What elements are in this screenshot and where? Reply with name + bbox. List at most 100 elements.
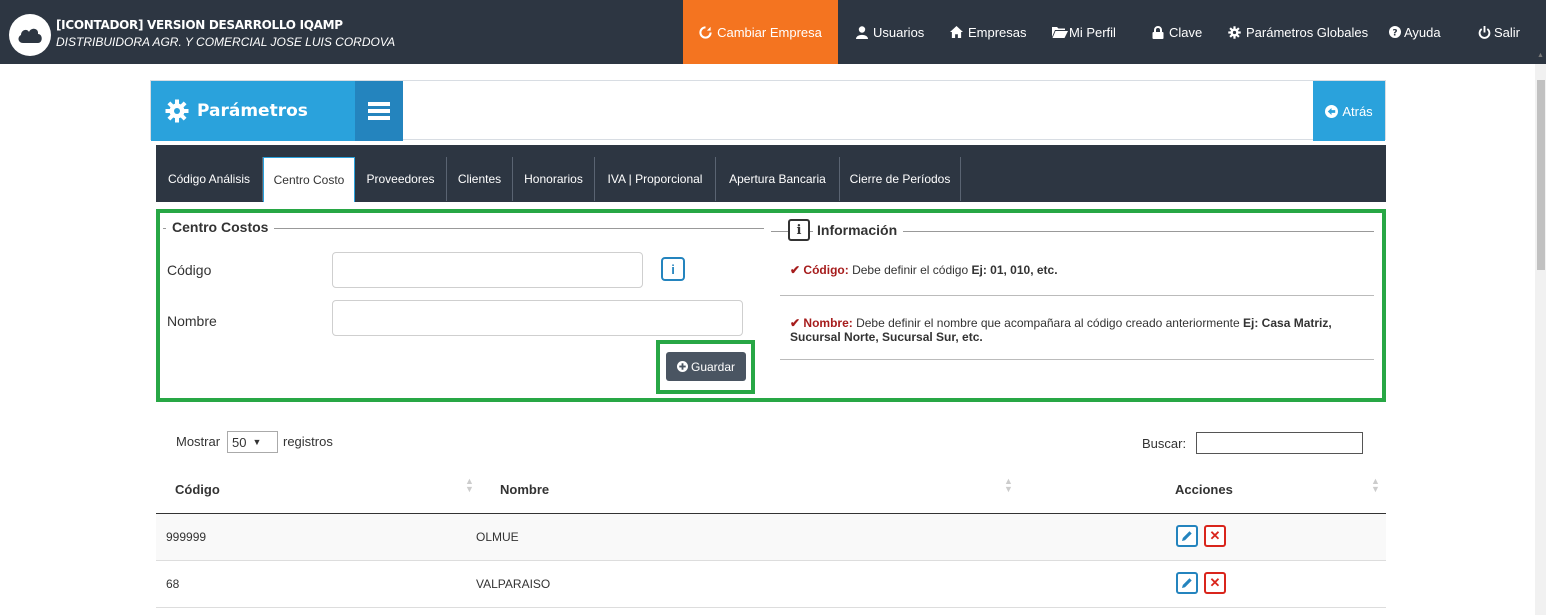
nav-usuarios-label: Usuarios <box>873 24 925 40</box>
top-navbar: [ICONTADOR] VERSION DESARROLLO IQAMP DIS… <box>0 0 1546 64</box>
cell-codigo: 999999 <box>166 530 207 544</box>
info-item-nombre: ✔ Nombre: Debe definir el nombre que aco… <box>790 316 1360 344</box>
nav-mi-perfil-label: Mi Perfil <box>1069 24 1116 40</box>
hamburger-menu-button[interactable] <box>355 81 403 141</box>
refresh-icon <box>699 25 712 39</box>
nav-mi-perfil[interactable]: Mi Perfil <box>1052 0 1116 64</box>
arrow-left-circle-icon <box>1325 104 1339 118</box>
nav-ayuda-label: Ayuda <box>1404 24 1441 40</box>
codigo-input[interactable] <box>332 252 643 288</box>
info-item-codigo-text: Debe definir el código <box>852 263 969 277</box>
save-button-label: Guardar <box>690 359 736 374</box>
tab-apertura-bancaria[interactable]: Apertura Bancaria <box>716 157 840 201</box>
info-item-nombre-key: Nombre: <box>803 316 853 330</box>
delete-button[interactable]: ✕ <box>1204 572 1226 594</box>
page-title-block: Parámetros <box>151 81 355 141</box>
nav-cambiar-empresa[interactable]: Cambiar Empresa <box>683 0 838 64</box>
question-circle-icon: ? <box>1389 26 1401 38</box>
nav-salir-label: Salir <box>1494 24 1521 40</box>
codigo-info-button[interactable]: i <box>661 257 685 281</box>
tab-iva-proporcional[interactable]: IVA | Proporcional <box>595 157 716 201</box>
info-item-nombre-text: Debe definir el nombre que acompañara al… <box>856 316 1240 330</box>
nav-usuarios[interactable]: Usuarios <box>856 0 924 64</box>
close-icon: ✕ <box>1209 575 1221 590</box>
delete-button[interactable]: ✕ <box>1204 525 1226 547</box>
tab-codigo-analisis[interactable]: Código Análisis <box>156 157 263 201</box>
info-separator <box>780 359 1374 360</box>
tab-bar: Código Análisis Centro Costo Proveedores… <box>156 145 1386 202</box>
nav-salir[interactable]: Salir <box>1478 0 1520 64</box>
tab-honorarios[interactable]: Honorarios <box>513 157 595 201</box>
nav-parametros-globales[interactable]: Parámetros Globales <box>1228 0 1368 64</box>
column-header-acciones[interactable]: Acciones <box>1175 482 1233 497</box>
informacion-legend: Información <box>813 222 904 238</box>
column-header-nombre[interactable]: Nombre <box>500 482 549 497</box>
info-icon: i <box>671 261 675 277</box>
search-label: Buscar: <box>1142 436 1187 451</box>
info-item-codigo: ✔ Código: Debe definir el código Ej: 01,… <box>790 263 1370 277</box>
check-icon: ✔ <box>790 316 801 330</box>
table-row: 999999 OLMUE ✕ <box>156 514 1386 561</box>
pencil-icon <box>1182 531 1192 541</box>
back-button[interactable]: Atrás <box>1313 81 1385 141</box>
power-icon <box>1478 25 1491 39</box>
back-button-label: Atrás <box>1342 103 1373 119</box>
save-highlight-box: Guardar <box>656 340 755 394</box>
nav-clave[interactable]: Clave <box>1152 0 1202 64</box>
scroll-up-arrow-icon[interactable]: ▲ <box>1537 52 1544 59</box>
info-item-codigo-key: Código: <box>803 263 849 277</box>
app-title: [ICONTADOR] VERSION DESARROLLO IQAMP <box>56 18 343 32</box>
centro-costos-legend: Centro Costos <box>166 219 275 235</box>
plus-circle-icon <box>676 361 688 372</box>
nombre-label: Nombre <box>167 313 217 329</box>
sort-icon[interactable]: ▲ ▼ <box>1004 477 1013 494</box>
gear-icon <box>165 99 189 123</box>
folder-open-icon <box>1052 27 1068 38</box>
edit-button[interactable] <box>1176 572 1198 594</box>
show-entries-suffix: registros <box>283 434 333 449</box>
page-length-select[interactable]: 50 ▼ <box>227 431 278 453</box>
nav-empresas-label: Empresas <box>968 24 1027 40</box>
tab-clientes[interactable]: Clientes <box>447 157 513 201</box>
table-row: 68 VALPARAISO ✕ <box>156 561 1386 608</box>
table-search-input[interactable] <box>1196 432 1363 454</box>
check-icon: ✔ <box>790 263 801 277</box>
cloud-logo-icon <box>9 14 51 56</box>
scrollbar-thumb[interactable] <box>1537 80 1545 270</box>
caret-down-icon: ▼ <box>252 437 262 447</box>
tab-centro-costo[interactable]: Centro Costo <box>263 157 355 202</box>
cell-nombre: VALPARAISO <box>476 577 551 591</box>
nav-cambiar-empresa-label: Cambiar Empresa <box>717 24 822 40</box>
page-header: Parámetros Atrás <box>150 80 1386 141</box>
page-length-value: 50 <box>232 434 247 450</box>
svg-text:?: ? <box>1392 28 1397 38</box>
info-badge-icon: i <box>788 219 810 241</box>
page-title: Parámetros <box>197 101 308 121</box>
sort-icon[interactable]: ▲ ▼ <box>465 477 474 494</box>
menu-icon <box>368 99 390 123</box>
pencil-icon <box>1182 578 1192 588</box>
nav-empresas[interactable]: Empresas <box>950 0 1027 64</box>
save-button[interactable]: Guardar <box>666 352 746 381</box>
sort-icon[interactable]: ▲ ▼ <box>1371 477 1380 494</box>
home-icon <box>950 26 963 38</box>
nav-parametros-globales-label: Parámetros Globales <box>1246 24 1369 40</box>
tab-cierre-periodos[interactable]: Cierre de Períodos <box>840 157 961 201</box>
cell-nombre: OLMUE <box>476 530 519 544</box>
gear-icon <box>1228 25 1241 39</box>
company-name: DISTRIBUIDORA AGR. Y COMERCIAL JOSE LUIS… <box>56 35 396 49</box>
info-separator <box>780 295 1374 296</box>
close-icon: ✕ <box>1209 528 1221 543</box>
nav-clave-label: Clave <box>1169 24 1203 40</box>
codigo-label: Código <box>167 262 212 278</box>
lock-icon <box>1152 25 1164 39</box>
edit-button[interactable] <box>1176 525 1198 547</box>
show-entries-prefix: Mostrar <box>176 434 221 449</box>
column-header-codigo[interactable]: Código <box>175 482 220 497</box>
cell-codigo: 68 <box>166 577 180 591</box>
tab-proveedores[interactable]: Proveedores <box>355 157 447 201</box>
info-item-codigo-example: Ej: 01, 010, etc. <box>971 263 1058 277</box>
user-icon <box>856 25 868 39</box>
nombre-input[interactable] <box>332 300 743 336</box>
nav-ayuda[interactable]: ? Ayuda <box>1389 0 1441 64</box>
